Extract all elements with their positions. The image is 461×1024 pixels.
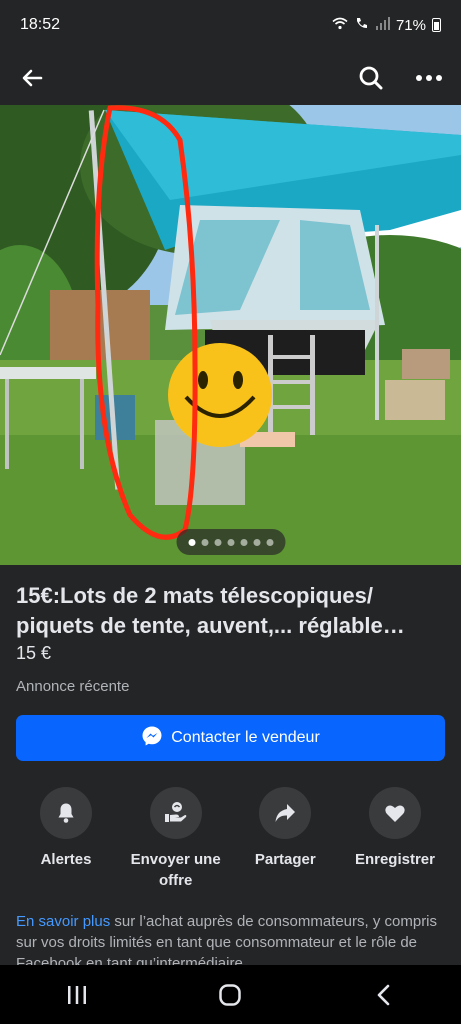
pager-dot (201, 538, 208, 546)
battery-percent: 71% (395, 16, 426, 34)
messenger-icon (141, 725, 163, 752)
app-header (0, 50, 461, 105)
header-actions (355, 62, 445, 94)
listing-price: 15 € (16, 643, 52, 663)
back-icon[interactable] (354, 973, 414, 1017)
wifi-icon (332, 17, 348, 34)
more-icon[interactable] (413, 62, 445, 94)
pager-dot (253, 538, 260, 546)
photo-pager (176, 529, 285, 555)
heart-icon (368, 787, 421, 839)
send-offer-button[interactable]: Envoyer une offre (126, 787, 226, 891)
pager-dot (240, 538, 247, 546)
photo-illustration (0, 105, 461, 565)
alerts-label: Alertes (40, 851, 92, 868)
home-icon[interactable] (200, 973, 260, 1017)
contact-seller-label: Contacter le vendeur (171, 729, 320, 746)
battery-icon (432, 18, 441, 32)
pager-dot (266, 538, 273, 546)
recent-apps-icon[interactable] (47, 973, 107, 1017)
learn-more-link[interactable]: En savoir plus (16, 913, 110, 930)
alerts-button[interactable]: Alertes (16, 787, 116, 891)
pager-dot (214, 538, 221, 546)
listing-title: 15€:Lots de 2 mats télescopiques/ piquet… (16, 583, 405, 638)
contact-seller-button[interactable]: Contacter le vendeur (16, 715, 445, 761)
listing-recent-label: Annonce récente (16, 678, 130, 695)
search-icon[interactable] (355, 62, 387, 94)
share-label: Partager (254, 851, 316, 868)
status-time: 18:52 (20, 16, 61, 33)
save-label: Enregistrer (354, 851, 435, 868)
wifi-calling-icon (354, 16, 370, 34)
bell-icon (40, 787, 92, 839)
status-bar: 18:52 71% (0, 0, 461, 50)
system-nav-bar (0, 965, 461, 1024)
offer-icon (149, 787, 202, 839)
status-right: 71% (332, 16, 441, 34)
pager-dot (227, 538, 234, 546)
listing-details: 15€:Lots de 2 mats télescopiques/ piquet… (0, 565, 461, 965)
action-row: Alertes Envoyer une offre Partager Enreg… (16, 787, 445, 891)
back-arrow-icon[interactable] (16, 62, 48, 94)
pager-dot (188, 538, 195, 546)
signal-icon (375, 16, 390, 34)
share-icon (259, 787, 312, 839)
product-photo[interactable] (0, 105, 461, 565)
legal-notice: En savoir plus sur l’achat auprès de con… (16, 911, 445, 965)
save-button[interactable]: Enregistrer (345, 787, 445, 891)
send-offer-label: Envoyer une offre (130, 851, 221, 889)
share-button[interactable]: Partager (235, 787, 335, 891)
